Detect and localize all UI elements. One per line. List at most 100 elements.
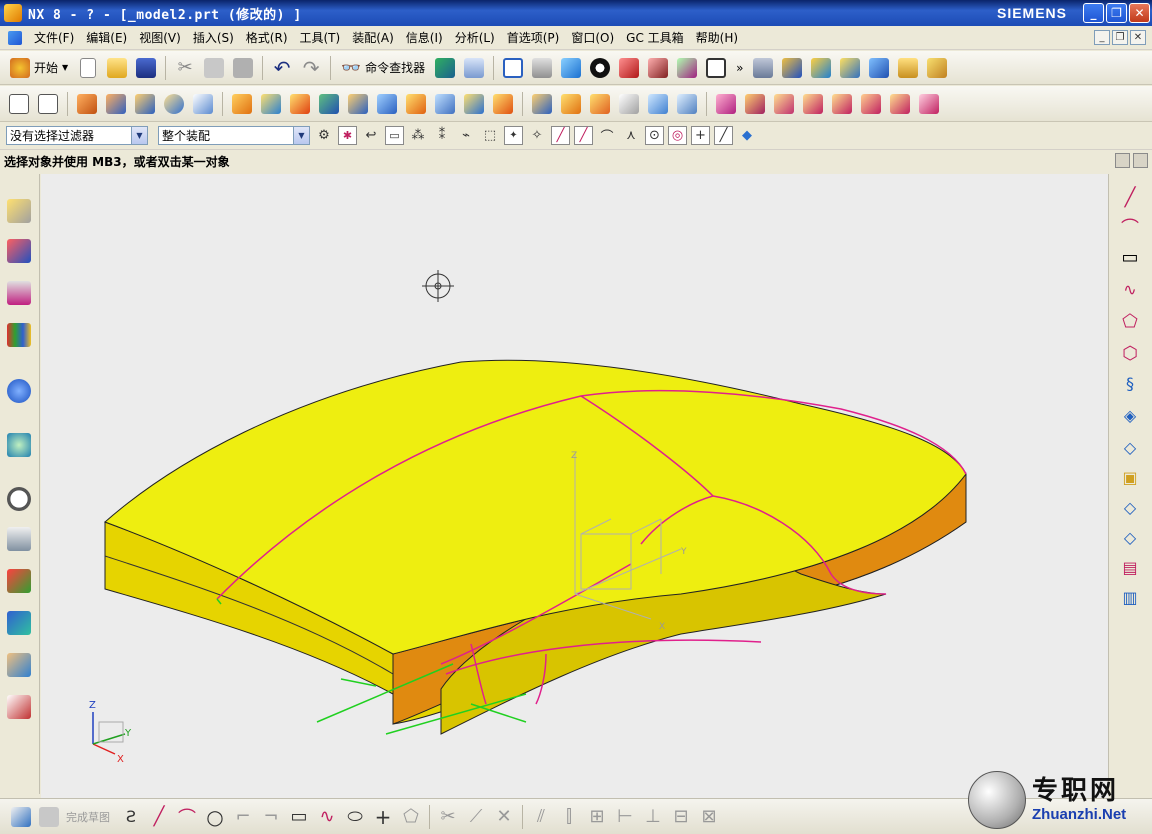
- wcs-button[interactable]: [779, 55, 805, 81]
- finish-sketch-label[interactable]: 完成草图: [66, 809, 110, 825]
- constraint-navigator-tab[interactable]: [5, 236, 33, 266]
- boss-button[interactable]: [345, 91, 371, 117]
- hd3d-tools-tab[interactable]: [5, 376, 33, 406]
- system-scenes-tab[interactable]: [5, 650, 33, 680]
- menu-analysis[interactable]: 分析(L): [449, 29, 501, 46]
- snap-button[interactable]: [808, 55, 834, 81]
- doc-restore-button[interactable]: ❐: [1112, 30, 1128, 45]
- show-constraints-button[interactable]: ⊟: [668, 804, 694, 830]
- select-edges-button[interactable]: ⁑: [432, 126, 452, 146]
- sketch-create-button[interactable]: [8, 804, 34, 830]
- close-button[interactable]: ✕: [1129, 3, 1150, 23]
- selection-scope-dropdown[interactable]: 整个装配 ▼: [158, 126, 310, 145]
- snap-control-button[interactable]: ⌒: [597, 126, 617, 146]
- project-curve-button[interactable]: ◈: [1117, 402, 1143, 428]
- snap-midpoint-button[interactable]: ╱: [574, 126, 593, 145]
- minimize-button[interactable]: _: [1083, 3, 1104, 23]
- open-button[interactable]: [104, 55, 130, 81]
- studio-surface-button[interactable]: [887, 91, 913, 117]
- rectangle-tool-button[interactable]: ▭: [286, 804, 312, 830]
- web-browser-tab[interactable]: [5, 430, 33, 460]
- wrap-curve-button[interactable]: ▤: [1117, 554, 1143, 580]
- hole-button[interactable]: [316, 91, 342, 117]
- menu-help[interactable]: 帮助(H): [690, 29, 744, 46]
- ruler-button[interactable]: [895, 55, 921, 81]
- edge-display-button[interactable]: [674, 55, 700, 81]
- sew-button[interactable]: [674, 91, 700, 117]
- snap-on-face-button[interactable]: ◆: [737, 126, 757, 146]
- graphics-window[interactable]: Z Y X Z X Y: [41, 174, 1108, 798]
- menu-format[interactable]: 格式(R): [240, 29, 294, 46]
- reuse-library-tab[interactable]: [5, 320, 33, 350]
- toolbar-customize-icon[interactable]: [1133, 153, 1148, 168]
- rectangle-select-button[interactable]: ⬚: [480, 126, 500, 146]
- offset-curve-button[interactable]: §: [1117, 370, 1143, 396]
- nx-app-icon[interactable]: [4, 4, 22, 22]
- intersect-button[interactable]: [287, 91, 313, 117]
- model-view[interactable]: Z Y X Z X Y: [41, 174, 1108, 798]
- chamfer-button[interactable]: [490, 91, 516, 117]
- select-faces-button[interactable]: ⁂: [408, 126, 428, 146]
- n-sided-button[interactable]: [829, 91, 855, 117]
- make-corner-button[interactable]: ✕: [491, 804, 517, 830]
- ruled-button[interactable]: [800, 91, 826, 117]
- pattern-tool-button[interactable]: ⊞: [584, 804, 610, 830]
- menu-window[interactable]: 窗口(O): [565, 29, 620, 46]
- type-filter-dropdown[interactable]: 没有选择过滤器 ▼: [6, 126, 148, 145]
- offset-tool-button[interactable]: ⫽: [528, 804, 554, 830]
- subtract-button[interactable]: [258, 91, 284, 117]
- save-button[interactable]: [133, 55, 159, 81]
- paste-button[interactable]: [230, 55, 256, 81]
- palette-tab[interactable]: [5, 692, 33, 722]
- command-finder-button[interactable]: 👓 命令查找器: [337, 55, 429, 81]
- restore-button[interactable]: ❐: [1106, 3, 1127, 23]
- through-curves-button[interactable]: [742, 91, 768, 117]
- roles-tab[interactable]: [5, 608, 33, 638]
- revolve-button[interactable]: [103, 91, 129, 117]
- selection-arrow-button[interactable]: [866, 55, 892, 81]
- show-hide-button[interactable]: [432, 55, 458, 81]
- constraint-button[interactable]: ⊥: [640, 804, 666, 830]
- assembly-navigator-tab[interactable]: [5, 196, 33, 226]
- general-selection-button[interactable]: ✱: [338, 126, 357, 145]
- history-tab[interactable]: [5, 484, 33, 514]
- mirror-tool-button[interactable]: ⫿: [556, 804, 582, 830]
- select-bodies-button[interactable]: ⌁: [456, 126, 476, 146]
- menu-assembly[interactable]: 装配(A): [346, 29, 400, 46]
- scale-body-button[interactable]: [645, 91, 671, 117]
- section-curve-button[interactable]: ◇: [1117, 494, 1143, 520]
- menu-view[interactable]: 视图(V): [133, 29, 187, 46]
- rotate-button[interactable]: [587, 55, 613, 81]
- polygon-button[interactable]: ⬡: [1117, 340, 1143, 366]
- shell-button[interactable]: [432, 91, 458, 117]
- start-button[interactable]: 开始 ▼: [6, 55, 72, 81]
- extension-button[interactable]: [916, 91, 942, 117]
- snap-line-button[interactable]: ╱: [551, 126, 570, 145]
- quick-extend-button[interactable]: ⟋: [463, 804, 489, 830]
- snap-point-button[interactable]: +: [691, 126, 710, 145]
- snap-existing-button[interactable]: ✦: [504, 126, 523, 145]
- intersect-curve-button[interactable]: ◇: [1117, 434, 1143, 460]
- draft-button[interactable]: [461, 91, 487, 117]
- menu-insert[interactable]: 插入(S): [187, 29, 240, 46]
- wireframe-button[interactable]: [645, 55, 671, 81]
- pad-button[interactable]: [374, 91, 400, 117]
- layer-button[interactable]: [750, 55, 776, 81]
- select-features-button[interactable]: ▭: [385, 126, 404, 145]
- measure-button[interactable]: [837, 55, 863, 81]
- line-tool-button[interactable]: ╱: [146, 804, 172, 830]
- information-button[interactable]: [461, 55, 487, 81]
- fillet-tool-button[interactable]: ⌐: [230, 804, 256, 830]
- manufacturing-wizards-tab[interactable]: [5, 566, 33, 596]
- menu-file[interactable]: 文件(F): [28, 29, 80, 46]
- doc-close-button[interactable]: ✕: [1130, 30, 1146, 45]
- shaded-view-button[interactable]: [558, 55, 584, 81]
- part-navigator-tab[interactable]: [5, 278, 33, 308]
- point-tool-button[interactable]: +: [370, 804, 396, 830]
- dimension-button[interactable]: ⊢: [612, 804, 638, 830]
- new-button[interactable]: [75, 55, 101, 81]
- bridge-curve-button[interactable]: ▣: [1117, 464, 1143, 490]
- copy-button[interactable]: [201, 55, 227, 81]
- menu-preferences[interactable]: 首选项(P): [501, 29, 566, 46]
- snap-quadrant-button[interactable]: ◎: [668, 126, 687, 145]
